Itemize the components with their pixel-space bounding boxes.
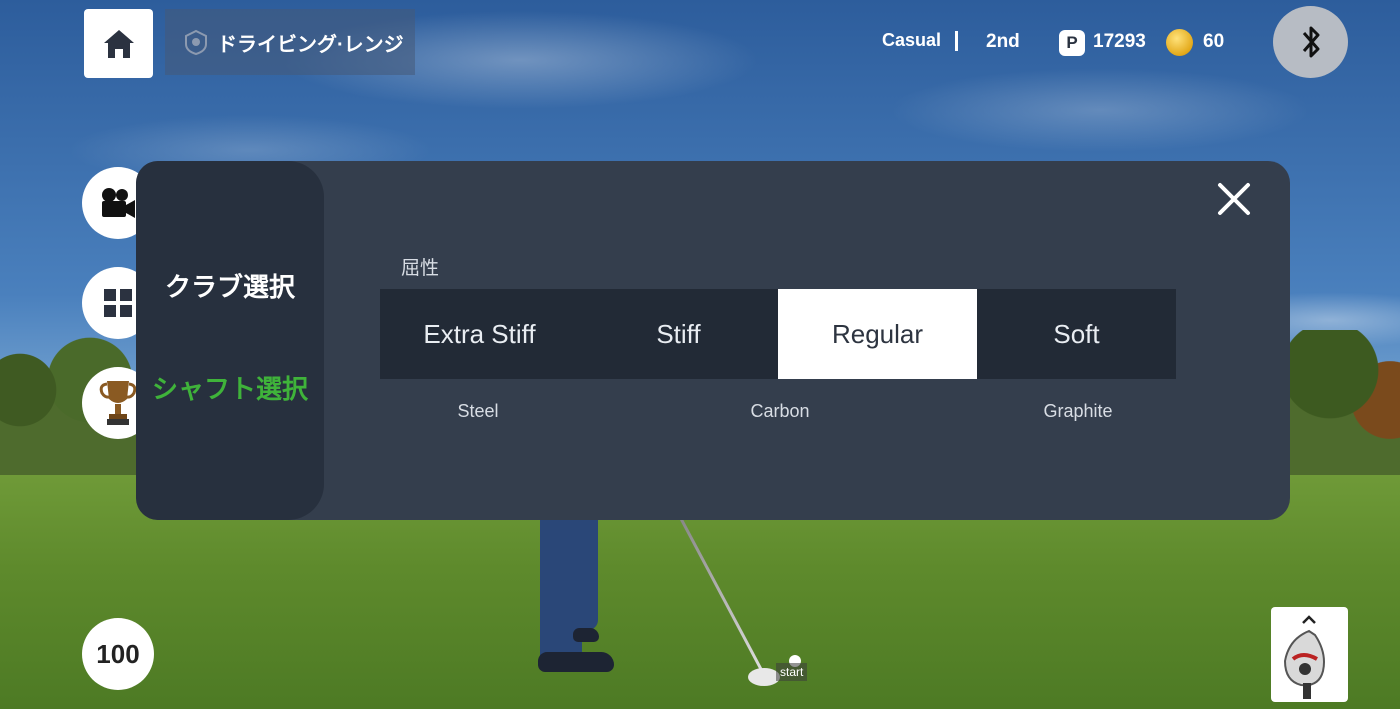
points-icon: P bbox=[1059, 30, 1085, 56]
game-mode-label: ドライビング·レンジ bbox=[217, 33, 404, 56]
home-icon bbox=[103, 29, 134, 58]
material-carbon[interactable]: Carbon bbox=[700, 401, 860, 422]
divider bbox=[955, 31, 958, 51]
flex-option-stiff[interactable]: Stiff bbox=[579, 289, 778, 379]
trophy-icon bbox=[99, 381, 137, 425]
material-steel[interactable]: Steel bbox=[398, 401, 558, 422]
shaft-settings-modal: クラブ選択 シャフト選択 屈性 Extra Stiff Stiff Regula… bbox=[136, 161, 1290, 520]
difficulty-label: Casual bbox=[882, 30, 942, 50]
video-camera-icon bbox=[102, 188, 135, 218]
shot-counter: 100 bbox=[82, 618, 154, 690]
chevron-up-icon bbox=[1302, 615, 1316, 624]
club-select-tab[interactable]: クラブ選択 bbox=[136, 267, 324, 304]
grid-icon bbox=[104, 289, 132, 317]
flex-options: Extra Stiff Stiff Regular Soft bbox=[380, 289, 1176, 379]
flex-option-soft[interactable]: Soft bbox=[977, 289, 1176, 379]
club-selector-card[interactable] bbox=[1271, 607, 1348, 702]
home-button[interactable] bbox=[84, 9, 153, 78]
bluetooth-button[interactable] bbox=[1273, 6, 1348, 78]
rank-label: 2nd bbox=[986, 31, 1020, 52]
flex-option-extra-stiff[interactable]: Extra Stiff bbox=[380, 289, 579, 379]
range-emblem-icon bbox=[185, 29, 207, 55]
golfer-shoe bbox=[573, 628, 599, 642]
flex-section-label: 屈性 bbox=[401, 258, 440, 279]
material-graphite[interactable]: Graphite bbox=[998, 401, 1158, 422]
bluetooth-icon bbox=[1302, 26, 1319, 58]
golfer-shoe bbox=[538, 652, 614, 672]
driver-club-icon bbox=[1283, 629, 1325, 699]
game-mode-chip: ドライビング·レンジ bbox=[165, 9, 415, 75]
start-label: start bbox=[776, 663, 808, 681]
close-button[interactable] bbox=[1214, 179, 1254, 219]
crown-coin-icon bbox=[1166, 29, 1193, 56]
coin-value: 60 bbox=[1203, 31, 1225, 52]
shaft-select-tab[interactable]: シャフト選択 bbox=[136, 369, 324, 406]
close-icon bbox=[1218, 183, 1250, 215]
modal-menu: クラブ選択 シャフト選択 bbox=[136, 161, 324, 520]
flex-option-regular[interactable]: Regular bbox=[778, 289, 977, 379]
points-value: 17293 bbox=[1093, 31, 1146, 52]
